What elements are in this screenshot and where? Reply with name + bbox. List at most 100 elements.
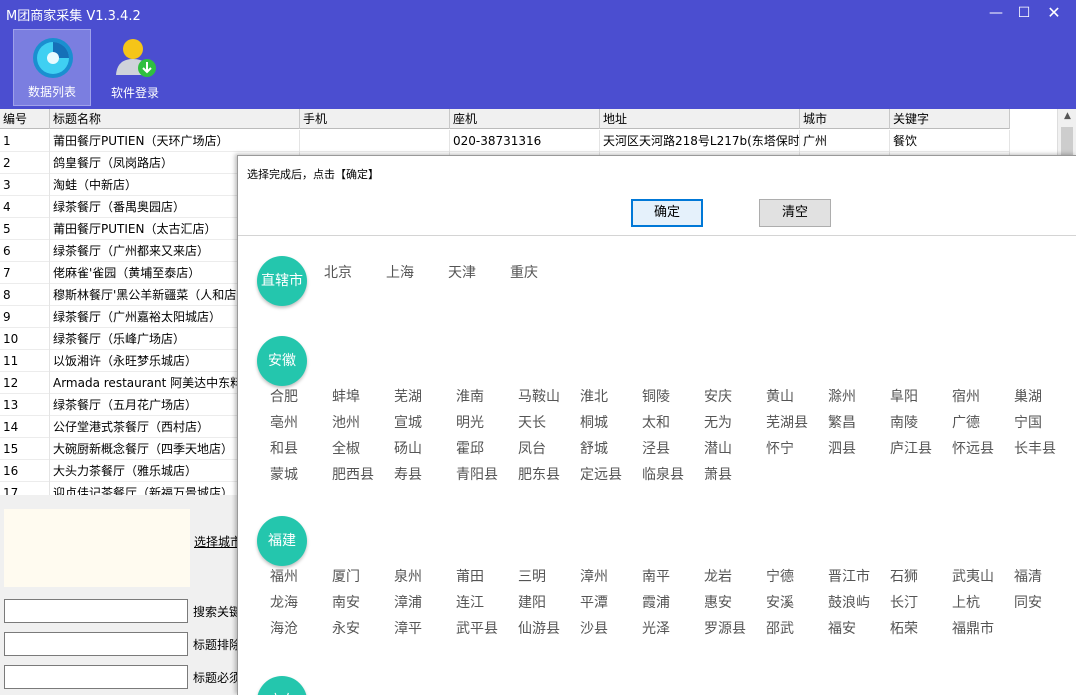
city-option[interactable]: 临泉县 xyxy=(642,464,684,484)
city-option[interactable]: 上杭 xyxy=(952,592,980,612)
city-option[interactable]: 漳平 xyxy=(394,618,422,638)
city-option[interactable]: 南陵 xyxy=(890,412,918,432)
city-option[interactable]: 池州 xyxy=(332,412,360,432)
data-list-button[interactable]: 数据列表 xyxy=(13,29,91,106)
city-option[interactable]: 舒城 xyxy=(580,438,608,458)
city-option[interactable]: 宁德 xyxy=(766,566,794,586)
city-option[interactable]: 漳州 xyxy=(580,566,608,586)
city-option[interactable]: 肥东县 xyxy=(518,464,560,484)
city-option[interactable]: 黄山 xyxy=(766,386,794,406)
region-badge[interactable]: 广东 xyxy=(257,676,307,695)
city-option[interactable]: 亳州 xyxy=(270,412,298,432)
select-city-link[interactable]: 选择城市 xyxy=(194,533,242,550)
city-option[interactable]: 庐江县 xyxy=(890,438,932,458)
city-option[interactable]: 青阳县 xyxy=(456,464,498,484)
city-option[interactable]: 平潭 xyxy=(580,592,608,612)
city-option[interactable]: 北京 xyxy=(324,262,352,282)
city-option[interactable]: 福州 xyxy=(270,566,298,586)
region-badge[interactable]: 福建 xyxy=(257,516,307,566)
city-option[interactable]: 怀远县 xyxy=(952,438,994,458)
city-option[interactable]: 福鼎市 xyxy=(952,618,994,638)
city-option[interactable]: 怀宁 xyxy=(766,438,794,458)
city-option[interactable]: 宿州 xyxy=(952,386,980,406)
city-option[interactable]: 安溪 xyxy=(766,592,794,612)
city-option[interactable]: 漳浦 xyxy=(394,592,422,612)
city-option[interactable]: 鼓浪屿 xyxy=(828,592,870,612)
city-option[interactable]: 淮南 xyxy=(456,386,484,406)
title-exclude-input[interactable] xyxy=(4,632,188,656)
city-option[interactable]: 全椒 xyxy=(332,438,360,458)
city-option[interactable]: 马鞍山 xyxy=(518,386,560,406)
scroll-up-arrow-icon[interactable]: ▲ xyxy=(1058,111,1076,121)
city-option[interactable]: 无为 xyxy=(704,412,732,432)
city-option[interactable]: 三明 xyxy=(518,566,546,586)
city-option[interactable]: 龙海 xyxy=(270,592,298,612)
city-option[interactable]: 惠安 xyxy=(704,592,732,612)
city-option[interactable]: 合肥 xyxy=(270,386,298,406)
city-option[interactable]: 铜陵 xyxy=(642,386,670,406)
city-option[interactable]: 泾县 xyxy=(642,438,670,458)
city-option[interactable]: 潜山 xyxy=(704,438,732,458)
selected-cities-box[interactable] xyxy=(4,509,190,587)
city-option[interactable]: 长丰县 xyxy=(1014,438,1056,458)
city-option[interactable]: 天津 xyxy=(448,262,476,282)
city-option[interactable]: 凤台 xyxy=(518,438,546,458)
city-option[interactable]: 沙县 xyxy=(580,618,608,638)
title-required-input[interactable] xyxy=(4,665,188,689)
city-option[interactable]: 霍邱 xyxy=(456,438,484,458)
city-option[interactable]: 霞浦 xyxy=(642,592,670,612)
city-option[interactable]: 繁昌 xyxy=(828,412,856,432)
city-option[interactable]: 天长 xyxy=(518,412,546,432)
city-option[interactable]: 长汀 xyxy=(890,592,918,612)
column-header[interactable]: 编号 xyxy=(0,109,50,129)
city-option[interactable]: 萧县 xyxy=(704,464,732,484)
city-option[interactable]: 同安 xyxy=(1014,592,1042,612)
city-option[interactable]: 永安 xyxy=(332,618,360,638)
city-option[interactable]: 重庆 xyxy=(510,262,538,282)
city-option[interactable]: 柘荣 xyxy=(890,618,918,638)
city-option[interactable]: 武夷山 xyxy=(952,566,994,586)
city-option[interactable]: 光泽 xyxy=(642,618,670,638)
table-row[interactable]: 1 莆田餐厅PUTIEN（天环广场店） 020-38731316 天河区天河路218号… xyxy=(0,130,1010,152)
city-option[interactable]: 罗源县 xyxy=(704,618,746,638)
maximize-button[interactable]: ☐ xyxy=(1010,2,1038,24)
scroll-thumb[interactable] xyxy=(1061,127,1073,155)
city-option[interactable]: 仙游县 xyxy=(518,618,560,638)
city-option[interactable]: 肥西县 xyxy=(332,464,374,484)
city-option[interactable]: 晋江市 xyxy=(828,566,870,586)
column-header[interactable]: 手机 xyxy=(300,109,450,129)
city-option[interactable]: 巢湖 xyxy=(1014,386,1042,406)
city-option[interactable]: 南安 xyxy=(332,592,360,612)
city-option[interactable]: 龙岩 xyxy=(704,566,732,586)
city-option[interactable]: 石狮 xyxy=(890,566,918,586)
city-option[interactable]: 明光 xyxy=(456,412,484,432)
city-option[interactable]: 砀山 xyxy=(394,438,422,458)
city-option[interactable]: 邵武 xyxy=(766,618,794,638)
city-option[interactable]: 厦门 xyxy=(332,566,360,586)
city-option[interactable]: 定远县 xyxy=(580,464,622,484)
city-option[interactable]: 南平 xyxy=(642,566,670,586)
minimize-button[interactable]: — xyxy=(982,2,1010,24)
city-option[interactable]: 和县 xyxy=(270,438,298,458)
city-option[interactable]: 芜湖 xyxy=(394,386,422,406)
software-login-button[interactable]: 软件登录 xyxy=(96,29,174,106)
city-option[interactable]: 蒙城 xyxy=(270,464,298,484)
city-option[interactable]: 宣城 xyxy=(394,412,422,432)
city-option[interactable]: 福安 xyxy=(828,618,856,638)
search-keyword-input[interactable] xyxy=(4,599,188,623)
city-option[interactable]: 阜阳 xyxy=(890,386,918,406)
city-option[interactable]: 芜湖县 xyxy=(766,412,808,432)
city-option[interactable]: 蚌埠 xyxy=(332,386,360,406)
city-option[interactable]: 泗县 xyxy=(828,438,856,458)
city-option[interactable]: 安庆 xyxy=(704,386,732,406)
ok-button[interactable]: 确定 xyxy=(631,199,703,227)
column-header[interactable]: 标题名称 xyxy=(50,109,300,129)
column-header[interactable]: 城市 xyxy=(800,109,890,129)
city-option[interactable]: 滁州 xyxy=(828,386,856,406)
city-option[interactable]: 福清 xyxy=(1014,566,1042,586)
city-option[interactable]: 太和 xyxy=(642,412,670,432)
city-option[interactable]: 宁国 xyxy=(1014,412,1042,432)
city-option[interactable]: 武平县 xyxy=(456,618,498,638)
column-header[interactable]: 关键字 xyxy=(890,109,1010,129)
city-option[interactable]: 寿县 xyxy=(394,464,422,484)
